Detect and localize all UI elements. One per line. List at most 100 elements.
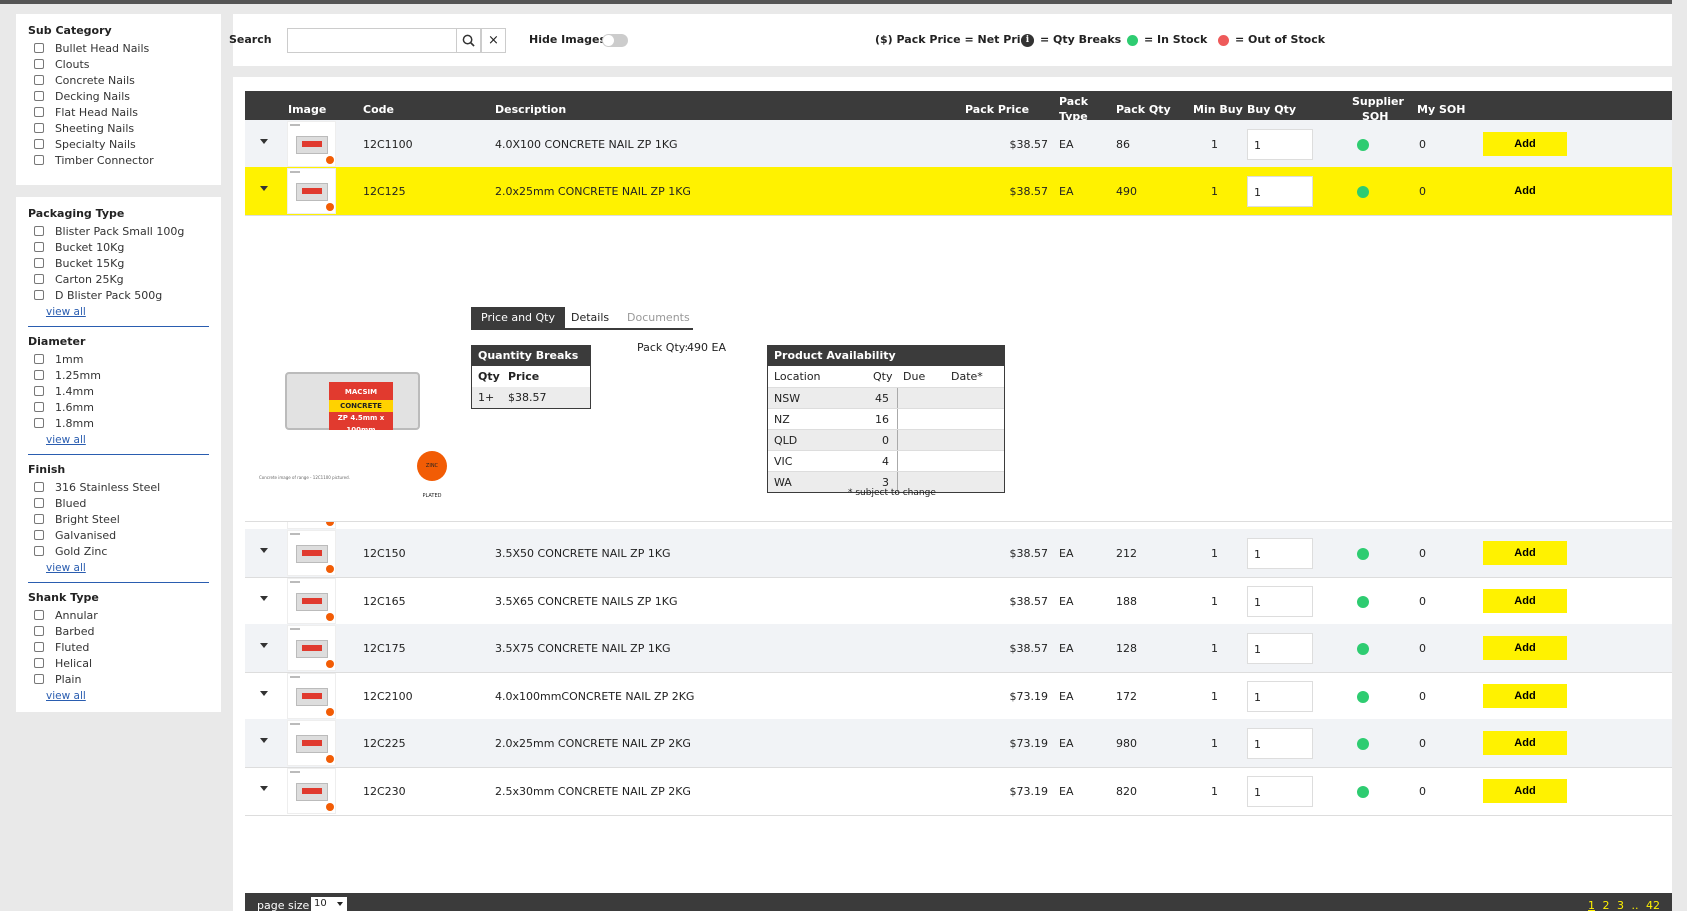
expand-caret-icon[interactable] <box>260 738 268 743</box>
checkbox[interactable] <box>34 75 44 85</box>
buy-qty-input[interactable]: 1 <box>1247 728 1313 759</box>
expand-caret-icon[interactable] <box>260 786 268 791</box>
checkbox[interactable] <box>34 242 44 252</box>
buy-qty-input[interactable]: 1 <box>1247 681 1313 712</box>
expand-caret-icon[interactable] <box>260 643 268 648</box>
checkbox[interactable] <box>34 642 44 652</box>
add-to-cart-button[interactable]: Add <box>1483 132 1567 156</box>
add-to-cart-button[interactable]: Add <box>1483 636 1567 660</box>
page-link[interactable]: 2 <box>1603 899 1610 911</box>
checkbox[interactable] <box>34 610 44 620</box>
checkbox[interactable] <box>34 290 44 300</box>
filter-option[interactable]: Bucket 10Kg <box>28 239 209 255</box>
product-code[interactable]: 12C175 <box>363 642 406 655</box>
checkbox[interactable] <box>34 43 44 53</box>
page-size-select[interactable]: 10 <box>311 897 347 911</box>
product-description[interactable]: 3.5X50 CONCRETE NAIL ZP 1KG <box>495 547 671 560</box>
filter-option[interactable]: 1.6mm <box>28 399 209 415</box>
page-link[interactable]: 3 <box>1617 899 1624 911</box>
checkbox[interactable] <box>34 626 44 636</box>
product-code[interactable]: 12C150 <box>363 547 406 560</box>
checkbox[interactable] <box>34 418 44 428</box>
checkbox[interactable] <box>34 370 44 380</box>
expand-caret-icon[interactable] <box>260 548 268 553</box>
filter-option[interactable]: 1mm <box>28 351 209 367</box>
product-code[interactable]: 12C165 <box>363 595 406 608</box>
expand-caret-icon[interactable] <box>260 596 268 601</box>
filter-option[interactable]: Blued <box>28 495 209 511</box>
checkbox[interactable] <box>34 155 44 165</box>
filter-option[interactable]: Annular <box>28 607 209 623</box>
product-code[interactable]: 12C1100 <box>363 138 413 151</box>
filter-option[interactable]: 316 Stainless Steel <box>28 479 209 495</box>
product-description[interactable]: 3.5X65 CONCRETE NAILS ZP 1KG <box>495 595 678 608</box>
checkbox[interactable] <box>34 482 44 492</box>
add-to-cart-button[interactable]: Add <box>1483 541 1567 565</box>
product-code[interactable]: 12C225 <box>363 737 406 750</box>
view-all-packaging-link[interactable]: view all <box>46 306 209 320</box>
checkbox[interactable] <box>34 59 44 69</box>
buy-qty-input[interactable]: 1 <box>1247 776 1313 807</box>
filter-option[interactable]: Clouts <box>28 56 209 72</box>
view-all-diameter-link[interactable]: view all <box>46 434 209 448</box>
product-description[interactable]: 2.0x25mm CONCRETE NAIL ZP 2KG <box>495 737 691 750</box>
checkbox[interactable] <box>34 354 44 364</box>
view-all-shank-link[interactable]: view all <box>46 690 209 704</box>
filter-option[interactable]: Galvanised <box>28 527 209 543</box>
page-link[interactable]: 42 <box>1646 899 1660 911</box>
filter-option[interactable]: Bullet Head Nails <box>28 40 209 56</box>
buy-qty-input[interactable]: 1 <box>1247 538 1313 569</box>
filter-option[interactable]: Decking Nails <box>28 88 209 104</box>
page-link[interactable]: 1 <box>1588 899 1595 911</box>
product-description[interactable]: 4.0X100 CONCRETE NAIL ZP 1KG <box>495 138 678 151</box>
tab-details[interactable]: Details <box>561 307 619 329</box>
clear-search-button[interactable]: × <box>481 28 506 53</box>
checkbox[interactable] <box>34 258 44 268</box>
filter-option[interactable]: 1.25mm <box>28 367 209 383</box>
product-description[interactable]: 2.5x30mm CONCRETE NAIL ZP 2KG <box>495 785 691 798</box>
checkbox[interactable] <box>34 386 44 396</box>
filter-option[interactable]: Plain <box>28 671 209 687</box>
checkbox[interactable] <box>34 107 44 117</box>
expand-caret-icon[interactable] <box>260 691 268 696</box>
add-to-cart-button[interactable]: Add <box>1483 179 1567 203</box>
filter-option[interactable]: Gold Zinc <box>28 543 209 559</box>
buy-qty-input[interactable]: 1 <box>1247 633 1313 664</box>
product-code[interactable]: 12C230 <box>363 785 406 798</box>
filter-option[interactable]: Fluted <box>28 639 209 655</box>
search-button[interactable] <box>456 28 481 53</box>
expand-caret-icon[interactable] <box>260 139 268 144</box>
checkbox[interactable] <box>34 274 44 284</box>
filter-option[interactable]: Flat Head Nails <box>28 104 209 120</box>
filter-option[interactable]: Concrete Nails <box>28 72 209 88</box>
product-description[interactable]: 2.0x25mm CONCRETE NAIL ZP 1KG <box>495 185 691 198</box>
checkbox[interactable] <box>34 139 44 149</box>
filter-option[interactable]: Helical <box>28 655 209 671</box>
filter-option[interactable]: D Blister Pack 500g <box>28 287 209 303</box>
checkbox[interactable] <box>34 546 44 556</box>
filter-option[interactable]: Timber Connector <box>28 152 209 168</box>
tab-documents[interactable]: Documents <box>617 307 700 329</box>
filter-option[interactable]: Bucket 15Kg <box>28 255 209 271</box>
filter-option[interactable]: 1.8mm <box>28 415 209 431</box>
checkbox[interactable] <box>34 530 44 540</box>
checkbox[interactable] <box>34 226 44 236</box>
checkbox[interactable] <box>34 674 44 684</box>
checkbox[interactable] <box>34 402 44 412</box>
product-code[interactable]: 12C2100 <box>363 690 413 703</box>
checkbox[interactable] <box>34 498 44 508</box>
add-to-cart-button[interactable]: Add <box>1483 779 1567 803</box>
filter-option[interactable]: Specialty Nails <box>28 136 209 152</box>
expand-caret-icon[interactable] <box>260 186 268 191</box>
checkbox[interactable] <box>34 658 44 668</box>
filter-option[interactable]: Carton 25Kg <box>28 271 209 287</box>
product-description[interactable]: 3.5X75 CONCRETE NAIL ZP 1KG <box>495 642 671 655</box>
add-to-cart-button[interactable]: Add <box>1483 684 1567 708</box>
hide-images-toggle[interactable] <box>602 34 628 47</box>
buy-qty-input[interactable]: 1 <box>1247 129 1313 160</box>
filter-option[interactable]: 1.4mm <box>28 383 209 399</box>
filter-option[interactable]: Barbed <box>28 623 209 639</box>
view-all-finish-link[interactable]: view all <box>46 562 209 576</box>
buy-qty-input[interactable]: 1 <box>1247 586 1313 617</box>
add-to-cart-button[interactable]: Add <box>1483 731 1567 755</box>
